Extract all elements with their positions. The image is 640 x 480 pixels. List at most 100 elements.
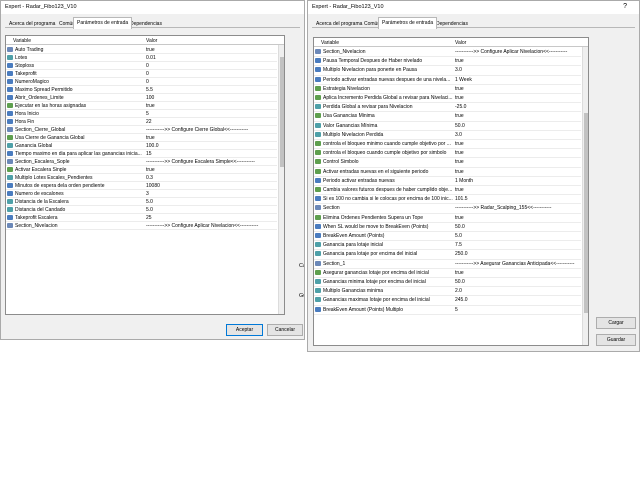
parameter-row[interactable]: Ganancias maximas lotaje por encima del …: [314, 296, 581, 306]
parameter-value[interactable]: true: [455, 270, 579, 276]
parameter-row[interactable]: Periodo activar entradas nuevas 1 Month: [314, 177, 581, 186]
left-parameters-grid[interactable]: Variable Valor Auto Trading true Lotes 0.01…: [5, 35, 285, 315]
right-grid-scrollbar[interactable]: [582, 47, 588, 345]
parameter-value[interactable]: 245.0: [455, 297, 579, 303]
parameter-row[interactable]: Distancia del Candado 5.0: [6, 206, 277, 214]
parameter-row[interactable]: Estrategia Nivelacion true: [314, 85, 581, 94]
parameter-value[interactable]: ----------->> Asegurar Ganancias Anticip…: [455, 261, 579, 267]
parameter-row[interactable]: Control Simbolo true: [314, 158, 581, 168]
parameter-value[interactable]: 100.0: [146, 143, 275, 149]
parameter-value[interactable]: 100: [146, 95, 275, 101]
parameter-value[interactable]: 0: [146, 79, 275, 85]
parameter-value[interactable]: true: [455, 215, 579, 221]
parameter-row[interactable]: NumeroMagico 0: [6, 78, 277, 86]
parameter-value[interactable]: 0: [146, 63, 275, 69]
parameter-row[interactable]: Hora Inicio 5: [6, 110, 277, 118]
accept-button[interactable]: Aceptar: [226, 324, 263, 336]
parameter-value[interactable]: true: [455, 113, 579, 119]
parameter-value[interactable]: true: [455, 58, 579, 64]
parameter-value[interactable]: 5.5: [146, 87, 275, 93]
parameter-row[interactable]: Si es 100 no cambia si le colocas por en…: [314, 195, 581, 205]
parameter-value[interactable]: 15: [146, 151, 275, 157]
parameter-row[interactable]: Auto Trading true: [6, 46, 277, 54]
parameter-row[interactable]: Elimina Ordenes Pendientes Supera un Top…: [314, 214, 581, 223]
parameter-row[interactable]: controla el bloqueo minimo cuando cumple…: [314, 140, 581, 150]
help-button[interactable]: ?: [623, 3, 627, 10]
parameter-row[interactable]: Ganancia para lotaje por encima del inic…: [314, 250, 581, 260]
parameter-row[interactable]: Section_1 ----------->> Asegurar Ganancia…: [314, 260, 581, 269]
tab-input-parameters[interactable]: Parámetros de entrada: [378, 17, 438, 29]
parameter-value[interactable]: ----------->> Configure Aplicar Nivelaci…: [455, 49, 579, 55]
parameter-value[interactable]: 101.5: [455, 196, 579, 202]
parameter-row[interactable]: Abrir_Ordenes_Limite 100: [6, 94, 277, 102]
parameter-value[interactable]: 25: [146, 215, 275, 221]
parameter-value[interactable]: true: [146, 135, 275, 141]
parameter-value[interactable]: 22: [146, 119, 275, 125]
parameter-value[interactable]: ----------->> Configure Aplicar Nivelaci…: [146, 223, 275, 229]
right-parameters-grid[interactable]: Variable Valor Section_Nivelacion -------…: [313, 37, 589, 346]
parameter-value[interactable]: ----------->> Radar_Scalping_155<<------…: [455, 205, 579, 211]
parameter-row[interactable]: Asegurar ganancias lotaje por encima del…: [314, 269, 581, 278]
parameter-row[interactable]: Pausa Temporal Despues de Haber nivelado…: [314, 57, 581, 67]
parameter-value[interactable]: 250.0: [455, 251, 579, 257]
parameter-value[interactable]: true: [455, 169, 579, 175]
parameter-row[interactable]: Activar Escalera Sinple true: [6, 166, 277, 174]
parameter-value[interactable]: 5: [146, 111, 275, 117]
parameter-value[interactable]: 5.0: [146, 199, 275, 205]
parameter-row[interactable]: BreakEven Amount (Points) Multiplo 5: [314, 306, 581, 315]
parameter-value[interactable]: true: [455, 95, 579, 101]
parameter-row[interactable]: Numero de escalones 3: [6, 190, 277, 198]
load-button[interactable]: Cargar: [596, 317, 636, 329]
tab-dependencies[interactable]: Dependencias: [432, 18, 472, 28]
parameter-value[interactable]: 3.0: [455, 67, 579, 73]
parameter-row[interactable]: Activar entradas nuevas en el siguiente …: [314, 168, 581, 177]
parameter-row[interactable]: Distancia de la Escalera 5.0: [6, 198, 277, 206]
parameter-row[interactable]: Usa Ganancias Minima true: [314, 112, 581, 122]
parameter-row[interactable]: Maximo Spread Permitido 5.5: [6, 86, 277, 94]
parameter-value[interactable]: ----------->> Configure Cierre Global<<-…: [146, 127, 275, 133]
parameter-value[interactable]: 5: [455, 307, 579, 313]
parameter-value[interactable]: 1 Month: [455, 178, 579, 184]
parameter-row[interactable]: Section_Nivelacion ----------->> Configur…: [6, 222, 277, 230]
left-side-button-load[interactable]: Ca: [299, 263, 304, 269]
parameter-row[interactable]: Takeprofit Escalera 25: [6, 214, 277, 222]
tab-about[interactable]: Acerca del programa: [5, 18, 59, 28]
parameter-value[interactable]: 3.0: [455, 132, 579, 138]
parameter-row[interactable]: Ganancia Global 100.0: [6, 142, 277, 150]
parameter-value[interactable]: true: [146, 167, 275, 173]
parameter-row[interactable]: Multiplo Nivelacion Perdida 3.0: [314, 131, 581, 140]
parameter-value[interactable]: ----------->> Configure Escalera Simple<…: [146, 159, 275, 165]
parameter-row[interactable]: Cambia valores futuros despues de haber …: [314, 186, 581, 196]
save-button[interactable]: Guardar: [596, 334, 636, 346]
parameter-row[interactable]: Ejecutar en las horas asignadas true: [6, 102, 277, 110]
parameter-value[interactable]: true: [455, 150, 579, 156]
parameter-value[interactable]: 50.0: [455, 279, 579, 285]
parameter-row[interactable]: When SL would be move to BreakEven (Poin…: [314, 223, 581, 232]
parameter-value[interactable]: 1 Week: [455, 77, 579, 83]
parameter-value[interactable]: 3: [146, 191, 275, 197]
parameter-row[interactable]: Section ----------->> Radar_Scalping_155<…: [314, 204, 581, 214]
parameter-value[interactable]: true: [146, 47, 275, 53]
right-scrollbar-thumb[interactable]: [584, 113, 588, 313]
parameter-row[interactable]: Section_Nivelacion ----------->> Configur…: [314, 48, 581, 58]
parameter-row[interactable]: Hora Fin 22: [6, 118, 277, 126]
parameter-row[interactable]: controla el bloqueo cuando cumple objeti…: [314, 149, 581, 159]
parameter-value[interactable]: 0.01: [146, 55, 275, 61]
parameter-value[interactable]: true: [455, 141, 579, 147]
tab-input-parameters[interactable]: Parámetros de entrada: [73, 17, 133, 29]
parameter-row[interactable]: Valor Ganancias Mínima 50.0: [314, 122, 581, 131]
parameter-row[interactable]: Ganancia para lotaje inicial 7.5: [314, 241, 581, 251]
parameter-value[interactable]: true: [455, 187, 579, 193]
parameter-value[interactable]: true: [455, 159, 579, 165]
parameter-value[interactable]: -25.0: [455, 104, 579, 110]
cancel-button[interactable]: Cancelar: [267, 324, 303, 336]
parameter-row[interactable]: Perdida Global a revisar para Nivelacion…: [314, 103, 581, 113]
parameter-value[interactable]: 10080: [146, 183, 275, 189]
parameter-row[interactable]: Lotes 0.01: [6, 54, 277, 62]
parameter-row[interactable]: Aplica Incremento Perdida Global a revis…: [314, 94, 581, 104]
parameter-value[interactable]: true: [146, 103, 275, 109]
parameter-row[interactable]: Minutos de espera dela orden pendiente 10…: [6, 182, 277, 190]
parameter-row[interactable]: Section_Cierre_Global ----------->> Confi…: [6, 126, 277, 134]
parameter-row[interactable]: Multiplo Ganancias minima 2.0: [314, 287, 581, 297]
left-scrollbar-thumb[interactable]: [280, 57, 284, 167]
